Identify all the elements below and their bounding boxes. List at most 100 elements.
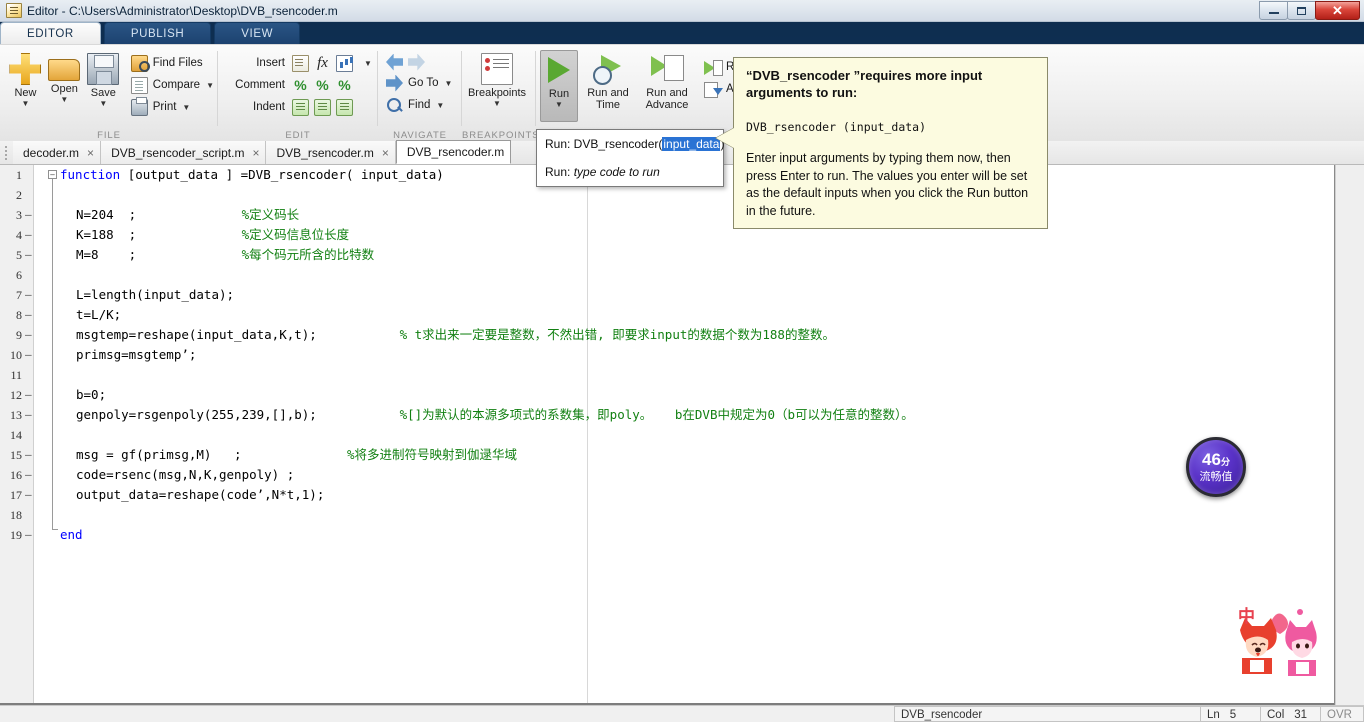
comment-icon[interactable]: % (292, 77, 309, 94)
indent-left-icon[interactable] (336, 98, 353, 116)
code-line[interactable]: 9– msgtemp=reshape(input_data,K,t); % t求出… (0, 325, 1364, 345)
code-line[interactable]: 6 (0, 265, 1364, 285)
ribbon-group-file: New ▼ Open ▼ Save ▼ Find Files Compare ▼… (0, 45, 218, 142)
tab-view[interactable]: VIEW (214, 22, 301, 44)
code-line[interactable]: 10– primsg=msgtemp’; (0, 345, 1364, 365)
find-files-icon (130, 54, 150, 72)
run-and-advance-button[interactable]: Run and Advance (636, 50, 698, 111)
code-line[interactable]: 17– output_data=reshape(code’,N*t,1); (0, 485, 1364, 505)
run-button[interactable]: Run ▼ (540, 50, 578, 122)
advance-icon (704, 81, 723, 98)
code-line[interactable]: 5– M=8 ; %每个码元所含的比特数 (0, 245, 1364, 265)
code-line[interactable]: 12– b=0; (0, 385, 1364, 405)
status-line-number: Ln 5 (1200, 706, 1260, 722)
insert-icon[interactable] (292, 54, 309, 72)
mascot-watermark: 中 (1232, 600, 1327, 678)
line-number: 18 (10, 508, 22, 522)
run-dropdown-menu[interactable]: Run: DVB_rsencoder(input_data) Run: type… (536, 129, 724, 187)
mascot-text: 中 (1238, 607, 1255, 626)
executable-line-marker: – (25, 308, 32, 321)
line-number: 5 (16, 248, 22, 262)
code-line-text: b=0; (76, 387, 107, 402)
line-number: 2 (16, 188, 22, 202)
close-icon[interactable]: × (382, 146, 389, 160)
chevron-down-icon[interactable]: ▼ (182, 103, 190, 112)
executable-line-marker: – (25, 448, 32, 461)
chevron-down-icon[interactable]: ▼ (206, 81, 214, 90)
executable-line-marker: – (25, 408, 32, 421)
chevron-down-icon[interactable]: ▼ (364, 59, 372, 68)
doc-tab-dvb-rsencoder-script[interactable]: DVB_rsencoder_script.m × (101, 141, 267, 164)
print-button[interactable]: Print ▼ (130, 96, 214, 118)
window-controls: ✕ (1259, 1, 1360, 20)
code-line[interactable]: 7– L=length(input_data); (0, 285, 1364, 305)
code-line[interactable]: 13– genpoly=rsgenpoly(255,239,[],b); %[]为… (0, 405, 1364, 425)
comment-button[interactable]: Comment % % % (230, 74, 372, 96)
chevron-down-icon[interactable]: ▼ (444, 79, 452, 88)
line-number: 8 (16, 308, 22, 322)
line-number: 16 (10, 468, 22, 482)
code-line[interactable]: 11 (0, 365, 1364, 385)
smart-indent-icon[interactable] (292, 98, 309, 116)
code-line[interactable]: 19– end (0, 525, 1364, 545)
go-to-button[interactable]: Go To ▼ (386, 72, 452, 94)
code-line[interactable]: 15– msg = gf(primsg,M) ; %将多进制符号映射到伽逯华域 (0, 445, 1364, 465)
compare-button[interactable]: Compare ▼ (130, 74, 214, 96)
close-icon[interactable]: × (252, 146, 259, 160)
code-line-text: msgtemp=reshape(input_data,K,t); % t求出来一… (76, 327, 835, 342)
run-menu-item-with-args[interactable]: Run: DVB_rsencoder(input_data) (537, 130, 724, 158)
run-and-time-button[interactable]: Run and Time (582, 50, 634, 111)
status-column-number: Col 31 (1260, 706, 1320, 722)
save-button[interactable]: Save ▼ (84, 50, 123, 108)
tab-editor[interactable]: EDITOR (0, 22, 101, 44)
code-editor[interactable]: – 1 function [output_data ] =DVB_rsencode… (0, 165, 1364, 705)
code-line[interactable]: 4– K=188 ; %定义码信息位长度 (0, 225, 1364, 245)
executable-line-marker: – (25, 488, 32, 501)
line-number: 4 (16, 228, 22, 242)
close-icon[interactable]: × (87, 146, 94, 160)
forward-icon[interactable] (408, 53, 425, 71)
badge-score: 46分 (1202, 449, 1230, 469)
doc-tab-dvb-rsencoder-1[interactable]: DVB_rsencoder.m × (266, 141, 396, 164)
ribbon-group-breakpoints: Breakpoints ▼ BREAKPOINTS (462, 45, 539, 142)
code-line[interactable]: 8– t=L/K; (0, 305, 1364, 325)
code-line[interactable]: 18 (0, 505, 1364, 525)
badge-label: 流畅值 (1199, 470, 1233, 483)
minimize-button[interactable] (1259, 1, 1288, 20)
code-line-text: N=204 ; %定义码长 (76, 207, 300, 222)
line-number: 7 (16, 288, 22, 302)
executable-line-marker: – (25, 348, 32, 361)
tab-publish[interactable]: PUBLISH (103, 22, 212, 44)
back-icon[interactable] (386, 53, 403, 71)
maximize-button[interactable] (1287, 1, 1316, 20)
function-icon[interactable]: fx (314, 55, 331, 72)
indent-right-icon[interactable] (314, 98, 331, 116)
chevron-down-icon[interactable]: ▼ (436, 101, 444, 110)
code-line-text: output_data=reshape(code’,N*t,1); (76, 487, 325, 502)
code-line[interactable]: 3– N=204 ; %定义码长 (0, 205, 1364, 225)
code-text-area[interactable]: 1 function [output_data ] =DVB_rsencoder(… (0, 165, 1364, 705)
ribbon-tab-strip: EDITOR PUBLISH VIEW (0, 22, 303, 44)
indent-button[interactable]: Indent (230, 96, 372, 118)
find-files-button[interactable]: Find Files (130, 52, 214, 74)
breakpoints-button[interactable]: Breakpoints ▼ (464, 50, 530, 108)
ribbon-group-edit: Insert fx ▼ Comment % % % Indent EDIT (218, 45, 378, 142)
code-line[interactable]: 2 (0, 185, 1364, 205)
wrap-comment-icon[interactable]: % (336, 77, 353, 94)
code-line[interactable]: 14 (0, 425, 1364, 445)
run-menu-item-type-code[interactable]: Run: type code to run (537, 158, 723, 186)
insert-button[interactable]: Insert fx ▼ (230, 52, 372, 74)
doc-tab-decoder[interactable]: decoder.m × (13, 141, 102, 164)
new-button[interactable]: New ▼ (6, 50, 45, 108)
tab-bar-grip[interactable] (3, 144, 11, 162)
code-line[interactable]: 16– code=rsenc(msg,N,K,genpoly) ; (0, 465, 1364, 485)
performance-badge[interactable]: 46分 流畅值 (1186, 437, 1246, 497)
uncomment-icon[interactable]: % (314, 77, 331, 94)
find-button[interactable]: Find ▼ (386, 94, 452, 116)
open-button[interactable]: Open ▼ (45, 50, 84, 104)
line-number: 3 (16, 208, 22, 222)
close-button[interactable]: ✕ (1315, 1, 1360, 20)
doc-tab-dvb-rsencoder-active[interactable]: DVB_rsencoder.m (395, 140, 512, 164)
insert-chart-icon[interactable] (336, 54, 353, 72)
selected-argument: input_data (662, 137, 721, 151)
